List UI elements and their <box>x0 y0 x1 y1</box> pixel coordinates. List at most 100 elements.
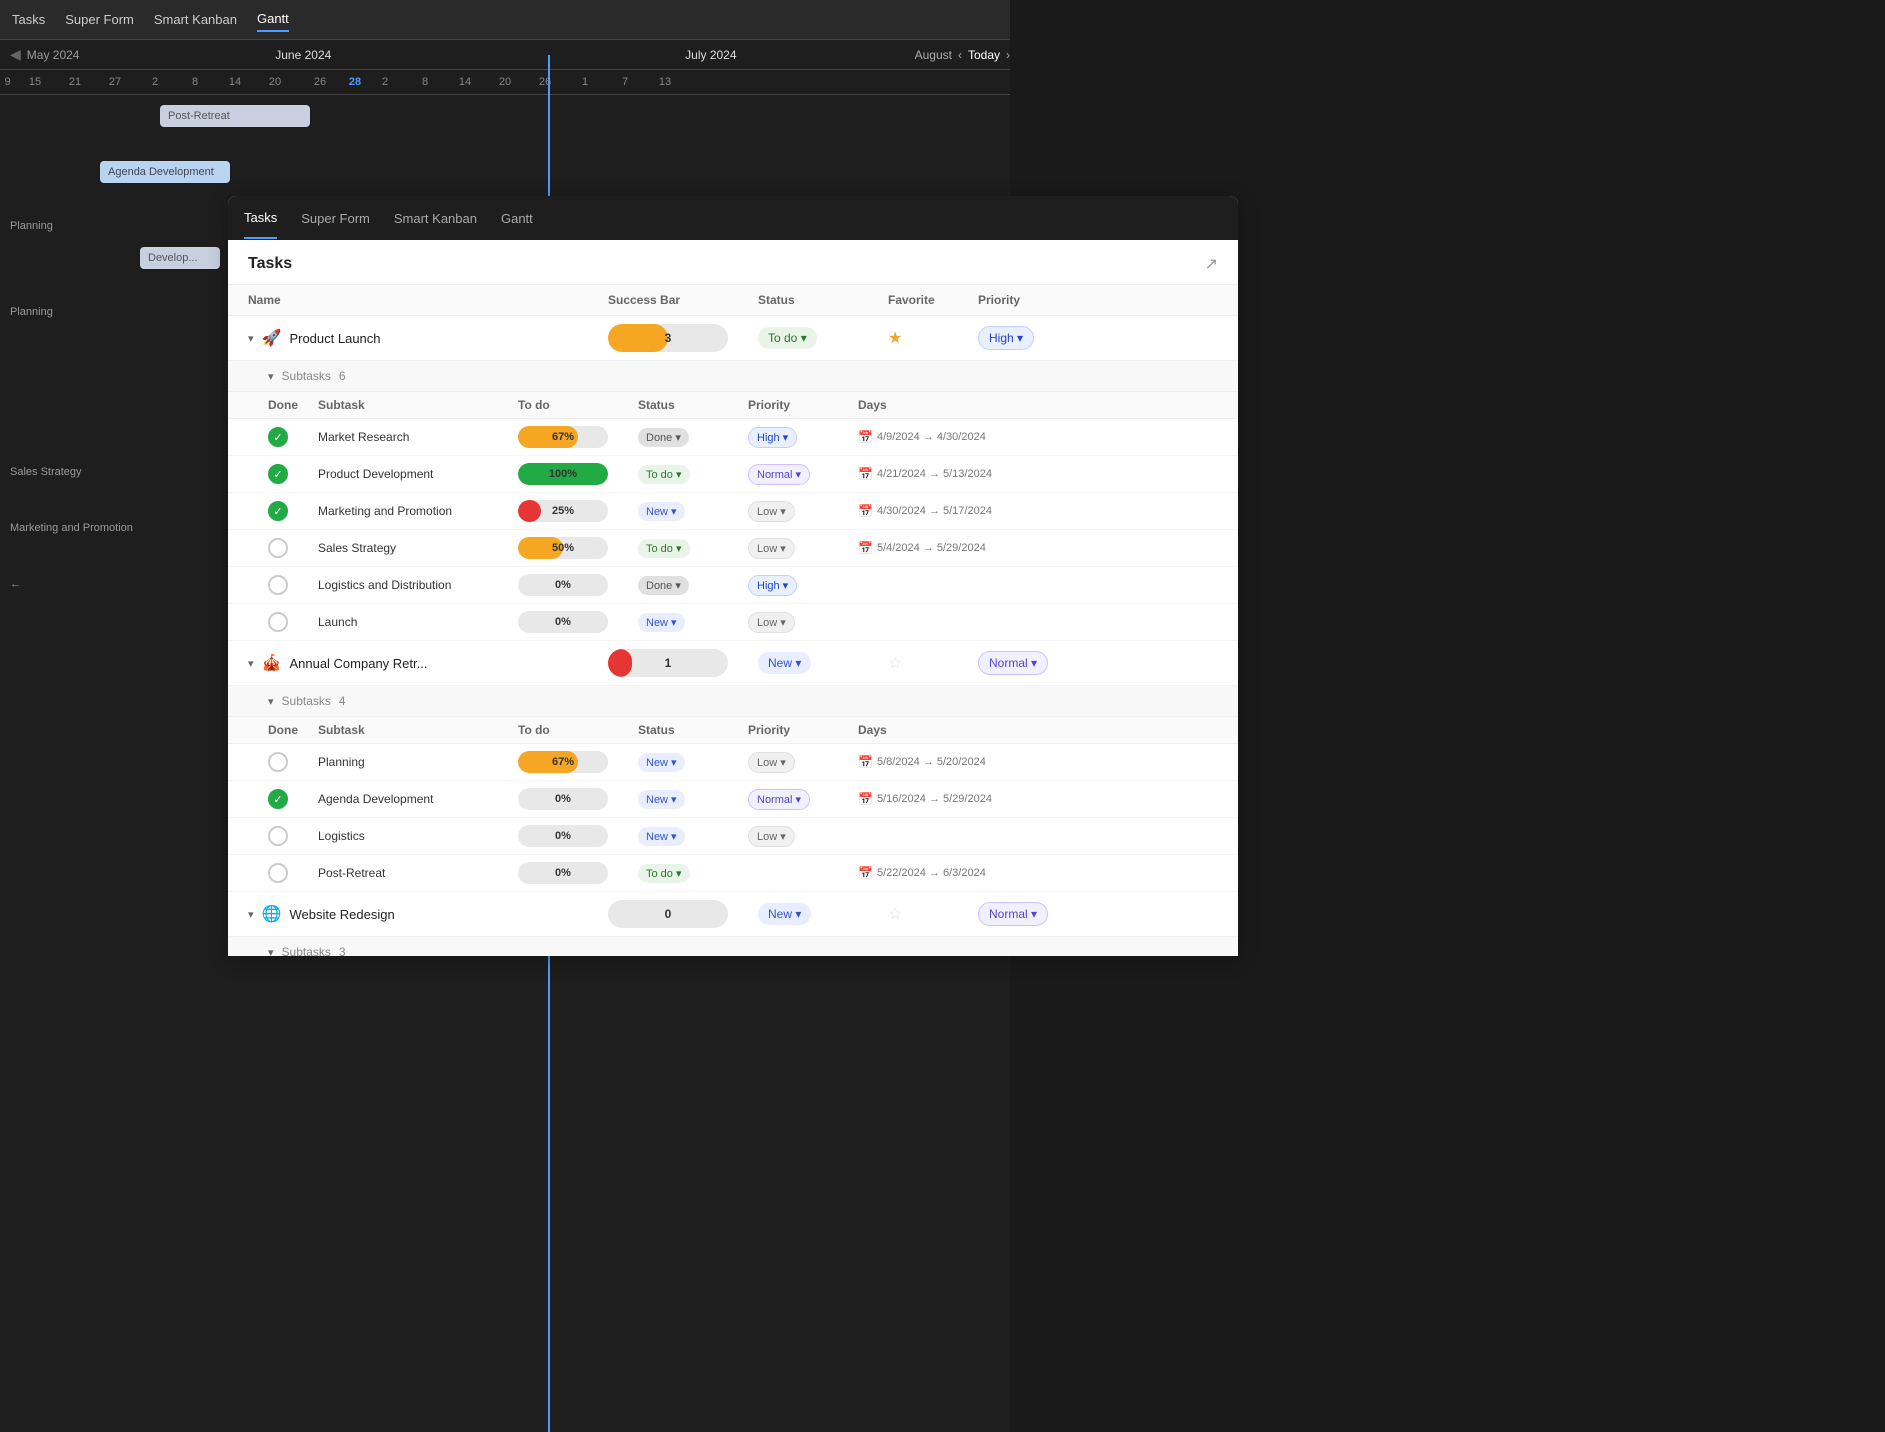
sub-status-badge[interactable]: To do ▾ <box>638 465 690 484</box>
subtasks-chevron[interactable]: ▾ <box>268 370 274 383</box>
sth-priority: Priority <box>748 398 858 412</box>
task-priority-badge[interactable]: Normal ▾ <box>978 651 1048 675</box>
nav-tasks[interactable]: Tasks <box>244 198 277 239</box>
done-cell[interactable] <box>268 575 318 595</box>
gantt-tab-kanban[interactable]: Smart Kanban <box>154 8 237 31</box>
task-chevron[interactable]: ▾ <box>248 908 254 921</box>
days-cell: 📅 4/30/2024 → 5/17/2024 <box>858 504 1038 518</box>
sub-status-badge[interactable]: New ▾ <box>638 790 685 809</box>
sub-priority-badge[interactable]: High ▾ <box>748 427 797 448</box>
todo-bar: 0% <box>518 788 608 810</box>
task-status-badge[interactable]: New ▾ <box>758 903 811 925</box>
subtask-row: Logistics 0% New ▾ Low ▾ <box>228 818 1238 855</box>
task-chevron[interactable]: ▾ <box>248 332 254 345</box>
nav-kanban[interactable]: Smart Kanban <box>394 199 477 238</box>
done-cell[interactable] <box>268 612 318 632</box>
task-name: Website Redesign <box>289 907 394 922</box>
sub-priority-badge[interactable]: Normal ▾ <box>748 464 810 485</box>
done-checkbox[interactable] <box>268 612 288 632</box>
done-checkbox[interactable] <box>268 575 288 595</box>
task-priority-badge[interactable]: Normal ▾ <box>978 902 1048 926</box>
sth-subtask: Subtask <box>318 398 518 412</box>
subtask-name: Planning <box>318 755 518 769</box>
sub-status-badge[interactable]: New ▾ <box>638 613 685 632</box>
done-checkbox[interactable] <box>268 538 288 558</box>
subtasks-header: ▾ Subtasks 4 <box>228 686 1238 717</box>
todo-bar: 50% <box>518 537 608 559</box>
subtask-row: Launch 0% New ▾ Low ▾ <box>228 604 1238 641</box>
favorite-star[interactable]: ★ <box>888 330 902 347</box>
sub-status-badge[interactable]: New ▾ <box>638 753 685 772</box>
sub-priority-badge[interactable]: Low ▾ <box>748 501 795 522</box>
done-checkbox[interactable]: ✓ <box>268 427 288 447</box>
task-emoji: 🎪 <box>262 653 282 673</box>
sub-priority-badge[interactable]: Low ▾ <box>748 752 795 773</box>
sub-status-badge[interactable]: To do ▾ <box>638 864 690 883</box>
done-cell[interactable]: ✓ <box>268 789 318 809</box>
sub-priority-cell: High ▾ <box>748 427 858 448</box>
subtask-name: Logistics and Distribution <box>318 578 518 592</box>
nav-gantt[interactable]: Gantt <box>501 199 533 238</box>
subtasks-chevron[interactable]: ▾ <box>268 946 274 957</box>
task-name-cell: ▾ 🚀 Product Launch <box>248 328 608 348</box>
sub-priority-badge[interactable]: Low ▾ <box>748 538 795 559</box>
task-favorite-cell[interactable]: ☆ <box>888 653 978 673</box>
todo-pct: 25% <box>552 505 574 517</box>
gantt-tab-gantt[interactable]: Gantt <box>257 7 289 32</box>
favorite-star[interactable]: ☆ <box>888 906 902 923</box>
gantt-tab-tasks[interactable]: Tasks <box>12 8 45 31</box>
done-cell[interactable] <box>268 538 318 558</box>
task-status-badge[interactable]: New ▾ <box>758 652 811 674</box>
subtasks-count: 6 <box>339 369 346 383</box>
gantt-tab-superform[interactable]: Super Form <box>65 8 134 31</box>
done-checkbox[interactable] <box>268 863 288 883</box>
todo-cell: 67% <box>518 426 638 448</box>
task-priority-badge[interactable]: High ▾ <box>978 326 1034 350</box>
done-checkbox[interactable]: ✓ <box>268 501 288 521</box>
task-emoji: 🚀 <box>262 328 282 348</box>
sth-status: Status <box>638 398 748 412</box>
done-checkbox[interactable] <box>268 752 288 772</box>
sub-status-cell: New ▾ <box>638 613 748 632</box>
sub-status-badge[interactable]: Done ▾ <box>638 428 689 447</box>
sub-priority-badge[interactable]: Normal ▾ <box>748 789 810 810</box>
task-name-cell: ▾ 🎪 Annual Company Retr... <box>248 653 608 673</box>
done-cell[interactable]: ✓ <box>268 464 318 484</box>
done-cell[interactable] <box>268 826 318 846</box>
sub-priority-cell: Low ▾ <box>748 826 858 847</box>
days-cell: 📅 5/16/2024 → 5/29/2024 <box>858 792 1038 806</box>
sub-priority-cell: Normal ▾ <box>748 464 858 485</box>
done-checkbox[interactable]: ✓ <box>268 464 288 484</box>
sub-status-badge[interactable]: To do ▾ <box>638 539 690 558</box>
sub-status-badge[interactable]: New ▾ <box>638 502 685 521</box>
done-cell[interactable]: ✓ <box>268 501 318 521</box>
sub-priority-badge[interactable]: Low ▾ <box>748 826 795 847</box>
task-favorite-cell[interactable]: ☆ <box>888 904 978 924</box>
task-favorite-cell[interactable]: ★ <box>888 328 978 348</box>
subtasks-chevron[interactable]: ▾ <box>268 695 274 708</box>
sub-status-badge[interactable]: New ▾ <box>638 827 685 846</box>
sub-priority-cell: Normal ▾ <box>748 789 858 810</box>
sub-status-badge[interactable]: Done ▾ <box>638 576 689 595</box>
task-status-badge[interactable]: To do ▾ <box>758 327 817 349</box>
days-cell: 📅 5/22/2024 → 6/3/2024 <box>858 866 1038 880</box>
task-chevron[interactable]: ▾ <box>248 657 254 670</box>
subtask-row: Post-Retreat 0% To do ▾ 📅 5/22/2024 → 6/… <box>228 855 1238 892</box>
done-cell[interactable]: ✓ <box>268 427 318 447</box>
sth-done: Done <box>268 723 318 737</box>
tasks-panel: Tasks Super Form Smart Kanban Gantt Task… <box>228 196 1238 956</box>
done-checkbox[interactable]: ✓ <box>268 789 288 809</box>
sub-priority-badge[interactable]: Low ▾ <box>748 612 795 633</box>
done-cell[interactable] <box>268 752 318 772</box>
favorite-star[interactable]: ☆ <box>888 655 902 672</box>
subtask-row: ✓ Product Development 100% To do ▾ Norma… <box>228 456 1238 493</box>
subtask-row: ✓ Agenda Development 0% New ▾ Normal ▾ 📅… <box>228 781 1238 818</box>
export-button[interactable]: ↗ <box>1205 254 1218 274</box>
done-cell[interactable] <box>268 863 318 883</box>
done-checkbox[interactable] <box>268 826 288 846</box>
subtasks-count: 3 <box>339 945 346 956</box>
sub-priority-cell: Low ▾ <box>748 501 858 522</box>
sub-priority-badge[interactable]: High ▾ <box>748 575 797 596</box>
nav-superform[interactable]: Super Form <box>301 199 370 238</box>
todo-bar: 0% <box>518 862 608 884</box>
